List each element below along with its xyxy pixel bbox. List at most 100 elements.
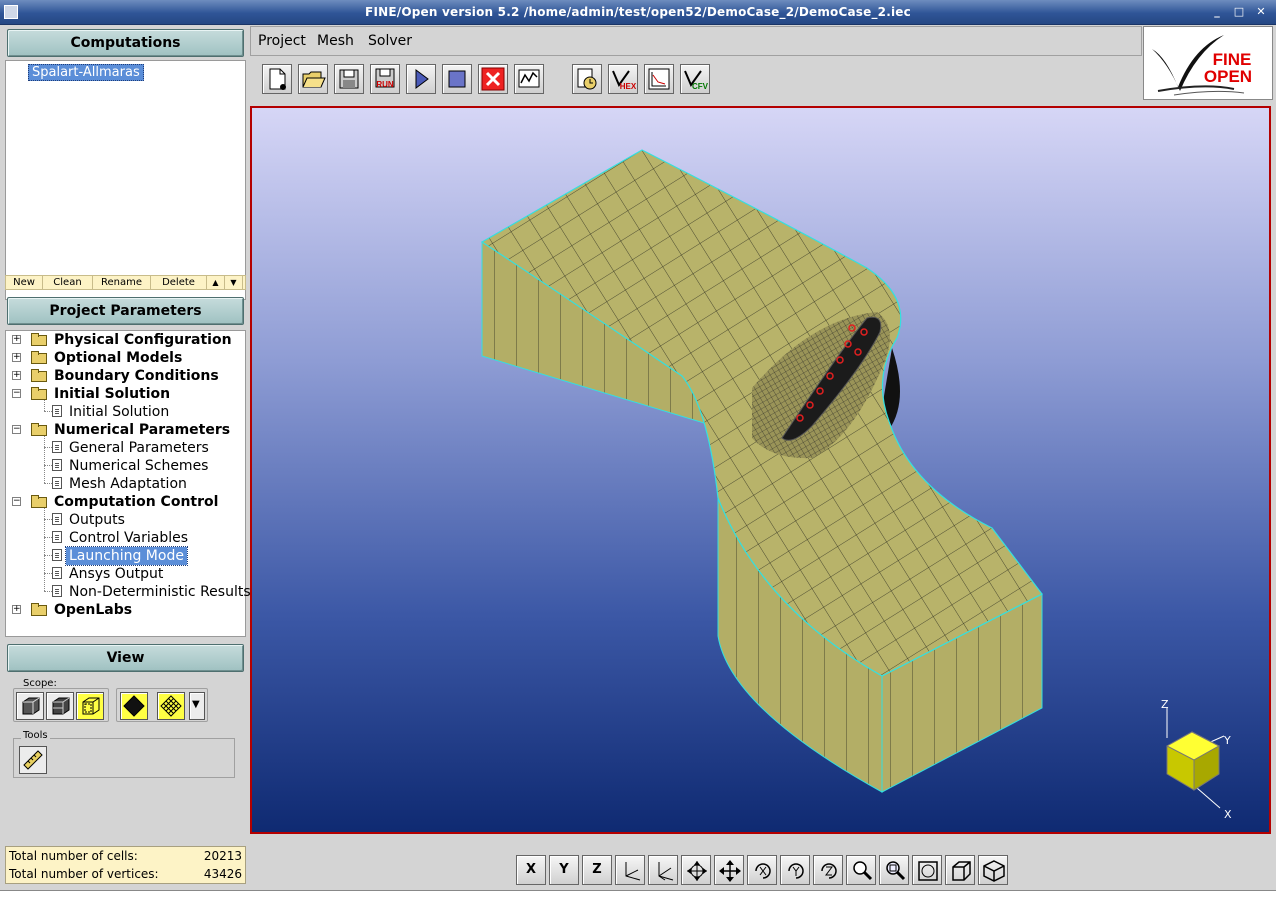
zoom-button[interactable] <box>846 855 876 885</box>
folder-icon <box>30 423 47 436</box>
close-window-button[interactable]: ✕ <box>1252 4 1270 20</box>
kill-solver-button[interactable] <box>478 64 508 94</box>
view-zyx-button[interactable] <box>648 855 678 885</box>
task-manager-button[interactable] <box>572 64 602 94</box>
new-project-button[interactable] <box>262 64 292 94</box>
menu-solver[interactable]: Solver <box>368 33 412 49</box>
tree-item-outputs[interactable]: Outputs <box>52 511 128 529</box>
save-project-button[interactable] <box>334 64 364 94</box>
axes-zx-icon <box>625 862 641 881</box>
rename-computation-button[interactable]: Rename <box>93 276 151 289</box>
move-down-button[interactable]: ▼ <box>225 276 243 289</box>
document-icon <box>52 405 62 417</box>
collapse-initial-solution[interactable]: − <box>12 389 21 398</box>
new-file-icon <box>269 68 286 90</box>
tree-item-numerical-schemes[interactable]: Numerical Schemes <box>52 457 211 475</box>
surface-mode-dropdown[interactable]: ▼ <box>189 692 205 720</box>
tree-item-numerical-parameters[interactable]: Numerical Parameters <box>30 421 233 439</box>
rotate-x-button[interactable] <box>747 855 777 885</box>
tree-item-general-parameters[interactable]: General Parameters <box>52 439 212 457</box>
rotate-y-icon <box>788 863 804 879</box>
collapse-numerical-parameters[interactable]: − <box>12 425 21 434</box>
monitor-button[interactable] <box>514 64 544 94</box>
view-cube-button[interactable] <box>945 855 975 885</box>
view-z-button[interactable]: Z <box>582 855 612 885</box>
save-run-button[interactable]: RUN <box>370 64 400 94</box>
tree-item-boundary-conditions[interactable]: Boundary Conditions <box>30 367 222 385</box>
surface-mode-button[interactable] <box>120 692 148 720</box>
stop-solver-button[interactable] <box>442 64 472 94</box>
measure-tool-button[interactable] <box>19 746 47 774</box>
cfview-plot-button[interactable] <box>644 64 674 94</box>
tree-item-launching-mode[interactable]: Launching Mode <box>52 546 188 566</box>
expand-physical-configuration[interactable]: + <box>12 335 21 344</box>
grid-surface-mode-button[interactable] <box>157 692 185 720</box>
cube-wireframe-icon <box>952 861 971 881</box>
save-icon <box>339 69 359 89</box>
diamond-grid-icon <box>160 695 182 717</box>
menu-bar: Project Mesh Solver <box>250 26 1142 56</box>
pan-view-button[interactable] <box>714 855 744 885</box>
mesh-statistics: Total number of cells: 20213 Total numbe… <box>5 846 246 884</box>
view-header-button[interactable]: View <box>7 644 244 672</box>
3d-viewport[interactable]: Z Y X <box>250 106 1271 834</box>
view-x-button[interactable]: X <box>516 855 546 885</box>
rotate-z-button[interactable] <box>813 855 843 885</box>
rotate-x-icon <box>755 863 771 879</box>
computation-item-spalart-allmaras[interactable]: Spalart-Allmaras <box>28 64 144 81</box>
scope-group <box>13 688 109 722</box>
tree-item-openlabs[interactable]: OpenLabs <box>30 601 135 619</box>
tree-item-ansys-output[interactable]: Ansys Output <box>52 565 166 583</box>
tree-item-computation-control[interactable]: Computation Control <box>30 493 221 511</box>
folder-icon <box>30 333 47 346</box>
project-parameters-tree: + Physical Configuration + Optional Mode… <box>5 330 251 637</box>
scope-solid-cube-button[interactable] <box>16 692 44 720</box>
rotate-view-button[interactable] <box>681 855 711 885</box>
scope-face-cube-button[interactable] <box>76 692 104 720</box>
minimize-button[interactable]: _ <box>1208 4 1226 20</box>
vertices-value: 43426 <box>203 867 242 881</box>
tree-item-mesh-adaptation[interactable]: Mesh Adaptation <box>52 475 190 493</box>
collapse-computation-control[interactable]: − <box>12 497 21 506</box>
hex-label: HEX <box>620 82 637 91</box>
view-y-button[interactable]: Y <box>549 855 579 885</box>
axis-z-label: Z <box>1161 698 1169 711</box>
delete-computation-button[interactable]: Delete <box>151 276 207 289</box>
view-isometric-button[interactable] <box>978 855 1008 885</box>
expand-openlabs[interactable]: + <box>12 605 21 614</box>
folder-icon <box>30 387 47 400</box>
open-project-button[interactable] <box>298 64 328 94</box>
new-computation-button[interactable]: New <box>6 276 43 289</box>
tree-item-optional-models[interactable]: Optional Models <box>30 349 185 367</box>
cfview-button[interactable]: CFV <box>680 64 710 94</box>
left-panel: Computations Spalart-Allmaras New Clean … <box>0 26 251 890</box>
zoom-area-button[interactable] <box>879 855 909 885</box>
zoom-area-icon <box>886 861 906 881</box>
tree-item-physical-configuration[interactable]: Physical Configuration <box>30 331 235 349</box>
expand-optional-models[interactable]: + <box>12 353 21 362</box>
clean-computation-button[interactable]: Clean <box>43 276 93 289</box>
ruler-icon <box>23 750 43 770</box>
rotate-arrows-icon <box>687 861 707 881</box>
computations-list[interactable]: Spalart-Allmaras <box>5 60 246 300</box>
rotate-y-button[interactable] <box>780 855 810 885</box>
hexstream-button[interactable]: HEX <box>608 64 638 94</box>
tree-item-initial-solution-page[interactable]: Initial Solution <box>52 403 172 421</box>
tree-item-control-variables[interactable]: Control Variables <box>52 529 191 547</box>
menu-project[interactable]: Project <box>258 33 306 49</box>
expand-boundary-conditions[interactable]: + <box>12 371 21 380</box>
computations-header-button[interactable]: Computations <box>7 29 244 57</box>
tree-item-non-deterministic-results[interactable]: Non-Deterministic Results <box>52 583 254 601</box>
maximize-button[interactable]: □ <box>1230 4 1248 20</box>
move-up-button[interactable]: ▲ <box>207 276 225 289</box>
monitor-graph-icon <box>518 69 540 88</box>
fit-view-button[interactable] <box>912 855 942 885</box>
project-parameters-header-button[interactable]: Project Parameters <box>7 297 244 325</box>
tree-item-initial-solution[interactable]: Initial Solution <box>30 385 173 403</box>
menu-mesh[interactable]: Mesh <box>317 33 354 49</box>
view-zx-button[interactable] <box>615 855 645 885</box>
folder-icon <box>30 351 47 364</box>
start-solver-button[interactable] <box>406 64 436 94</box>
scope-block-cube-button[interactable] <box>46 692 74 720</box>
hexstream-icon: HEX <box>612 70 637 91</box>
